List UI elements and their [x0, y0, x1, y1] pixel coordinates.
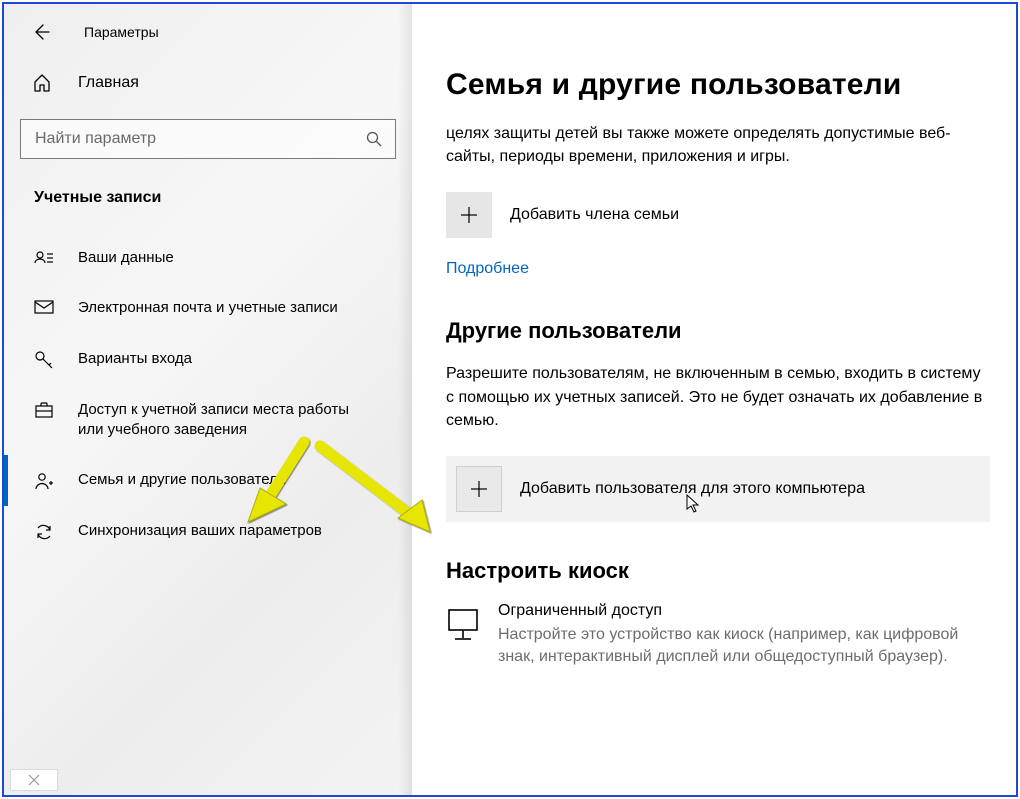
add-family-label: Добавить члена семьи	[510, 206, 679, 224]
search-icon	[365, 130, 383, 148]
sidebar-item-family-other[interactable]: Семья и другие пользователи	[4, 455, 412, 506]
app-title: Параметры	[84, 24, 159, 40]
cursor-icon	[686, 494, 702, 514]
other-users-desc: Разрешите пользователям, не включенным в…	[446, 362, 990, 432]
sidebar-item-your-info[interactable]: Ваши данные	[4, 233, 412, 283]
person-card-icon	[34, 249, 56, 267]
sync-icon	[34, 522, 56, 542]
sidebar-item-label: Доступ к учетной записи места работы или…	[78, 400, 378, 441]
mail-icon	[34, 299, 56, 315]
key-icon	[34, 350, 56, 370]
add-other-user[interactable]: Добавить пользователя для этого компьюте…	[446, 456, 990, 522]
add-family-member[interactable]: Добавить члена семьи	[446, 192, 990, 238]
sidebar-item-label: Семья и другие пользователи	[78, 470, 286, 490]
briefcase-icon	[34, 401, 56, 419]
plus-icon	[456, 466, 502, 512]
plus-icon	[446, 192, 492, 238]
kiosk-item-title: Ограниченный доступ	[498, 602, 984, 620]
sidebar-nav: Ваши данные Электронная почта и учетные …	[4, 221, 412, 557]
sidebar-item-email-accounts[interactable]: Электронная почта и учетные записи	[4, 283, 412, 333]
close-icon	[27, 773, 41, 787]
other-users-heading: Другие пользователи	[446, 318, 990, 344]
page-title: Семья и другие пользователи	[446, 68, 990, 102]
back-button[interactable]	[32, 23, 50, 41]
home-label: Главная	[78, 74, 139, 92]
kiosk-item-desc: Настройте это устройство как киоск (напр…	[498, 624, 984, 669]
home-icon	[32, 73, 56, 93]
section-title: Учетные записи	[4, 159, 412, 221]
kiosk-icon	[446, 602, 480, 648]
sidebar-item-label: Электронная почта и учетные записи	[78, 298, 338, 318]
home-nav[interactable]: Главная	[4, 59, 412, 107]
search-input[interactable]	[35, 130, 365, 148]
main-content: Семья и другие пользователи целях защиты…	[412, 4, 1016, 795]
more-link[interactable]: Подробнее	[446, 260, 529, 277]
kiosk-heading: Настроить киоск	[446, 558, 990, 584]
sidebar: Параметры Главная Учетные записи Ваши	[4, 4, 412, 795]
kiosk-assigned-access[interactable]: Ограниченный доступ Настройте это устрой…	[446, 602, 990, 669]
sidebar-item-label: Варианты входа	[78, 349, 192, 369]
sidebar-item-label: Синхронизация ваших параметров	[78, 521, 322, 541]
sidebar-item-signin-options[interactable]: Варианты входа	[4, 334, 412, 385]
person-plus-icon	[34, 471, 56, 491]
sidebar-item-label: Ваши данные	[78, 248, 174, 268]
close-button[interactable]	[10, 769, 58, 791]
sidebar-item-sync[interactable]: Синхронизация ваших параметров	[4, 506, 412, 557]
sidebar-item-work-access[interactable]: Доступ к учетной записи места работы или…	[4, 385, 412, 456]
family-desc: целях защиты детей вы также можете опред…	[446, 122, 990, 168]
search-box[interactable]	[20, 119, 396, 159]
